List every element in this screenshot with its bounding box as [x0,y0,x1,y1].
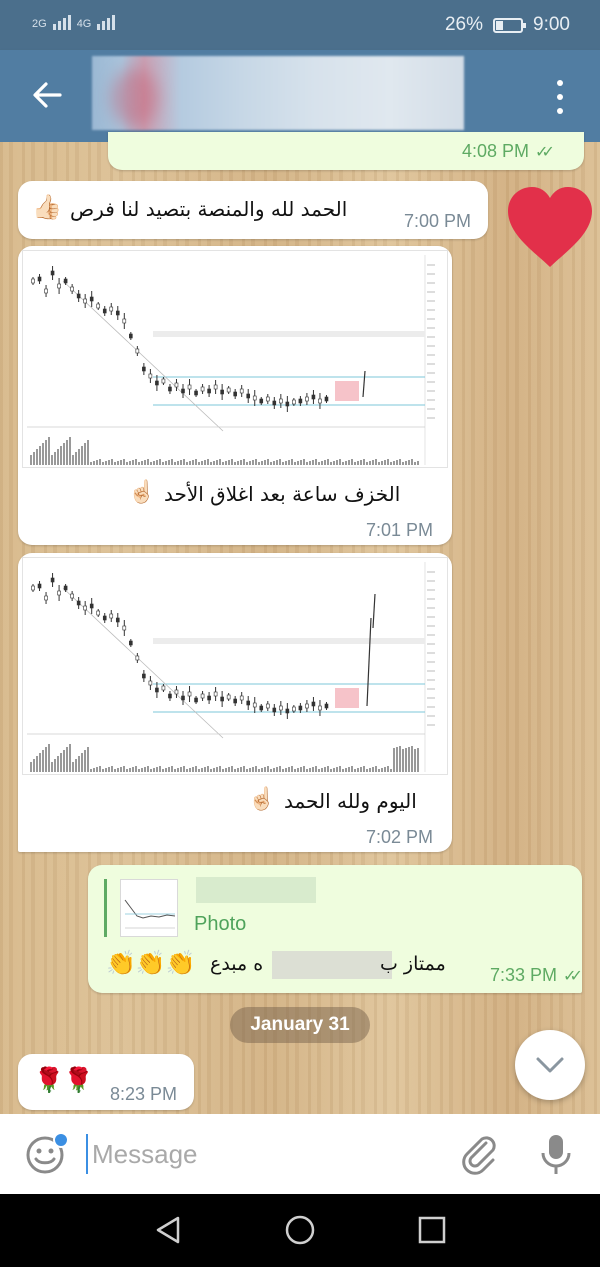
more-menu-icon[interactable] [550,80,570,114]
message-bubble-incoming[interactable]: 👍🏻 الحمد لله والمنصة بتصيد لنا فرص 7:00 … [18,181,488,239]
message-time: 7:01 PM [366,520,434,540]
scroll-down-button[interactable] [515,1030,585,1100]
message-bubble-incoming-photo[interactable]: ☝🏻 الخزف ساعة بعد اغلاق الأحد 7:01 PM [18,246,452,545]
status-right: 26% 9:00 [445,14,570,36]
chart-photo[interactable] [22,557,448,775]
message-time: 7:02 PM [366,827,434,847]
photo-caption: اليوم ولله الحمد [284,789,417,813]
nav-home-icon[interactable] [282,1212,318,1248]
message-bubble-incoming[interactable]: 🌹🌹 8:23 PM [18,1054,194,1110]
message-text-end: ه مبدع [210,953,264,975]
message-input[interactable] [86,1134,426,1174]
message-bubble-outgoing-partial[interactable]: 4:08 PM ✓✓ [108,132,584,170]
redacted-avatar [112,68,158,128]
message-text-start: ممتاز ب [380,953,446,975]
message-bubble-incoming-photo[interactable]: ☝🏻 اليوم ولله الحمد 7:02 PM [18,553,452,852]
heart-sticker-icon [506,185,594,269]
read-ticks-icon: ✓✓ [535,144,555,161]
thumbs-up-emoji-icon: 👍🏻 [32,193,62,221]
microphone-icon[interactable] [536,1132,576,1178]
battery-percent: 26% [444,14,484,35]
read-ticks-icon: ✓✓ [563,968,583,985]
signal-4g-label: 4G [76,18,92,30]
reply-thumbnail[interactable] [120,879,178,937]
pointing-hand-emoji-icon: ☝🏻 [248,787,276,812]
attach-paperclip-icon[interactable] [458,1134,500,1176]
reply-quote-bar [104,879,107,937]
date-label: January 31 [250,1014,350,1035]
redacted-name [272,951,392,979]
pointing-hand-emoji-icon: ☝🏻 [128,480,156,505]
message-time: 8:23 PM [110,1084,178,1104]
signal-bars-icon [52,12,71,30]
signal-2g-label: 2G [32,18,47,30]
battery-icon [493,17,527,33]
chevron-down-icon [536,1057,564,1073]
message-time: 7:00 PM [404,211,472,231]
system-nav-bar [0,1194,600,1267]
message-composer [0,1114,600,1194]
nav-recents-icon[interactable] [414,1212,450,1248]
signal-indicators: 2G 4G [32,12,116,30]
message-time: 4:08 PM [462,141,530,161]
status-bar: 2G 4G 26% 9:00 [0,0,600,50]
redacted-reply-sender [196,877,316,903]
clock: 9:00 [533,14,570,35]
rose-emoji-icon: 🌹🌹 [34,1066,94,1094]
message-text: الحمد لله والمنصة بتصيد لنا فرص [70,197,348,221]
photo-caption: الخزف ساعة بعد اغلاق الأحد [164,482,401,506]
chat-header [0,50,600,142]
chart-photo[interactable] [22,250,448,468]
reply-type-label: Photo [194,913,247,935]
date-separator: January 31 [230,1007,370,1043]
message-time: 7:33 PM [490,965,558,985]
emoji-notification-dot [53,1132,69,1148]
back-arrow-icon[interactable] [30,78,64,112]
signal-bars-icon [97,12,116,30]
message-bubble-outgoing-reply[interactable]: Photo 👏👏👏 ه مبدع ممتاز ب 7:33 PM ✓✓ [88,865,583,993]
clapping-emoji-icon: 👏👏👏 [106,949,196,977]
nav-back-icon[interactable] [150,1212,186,1248]
